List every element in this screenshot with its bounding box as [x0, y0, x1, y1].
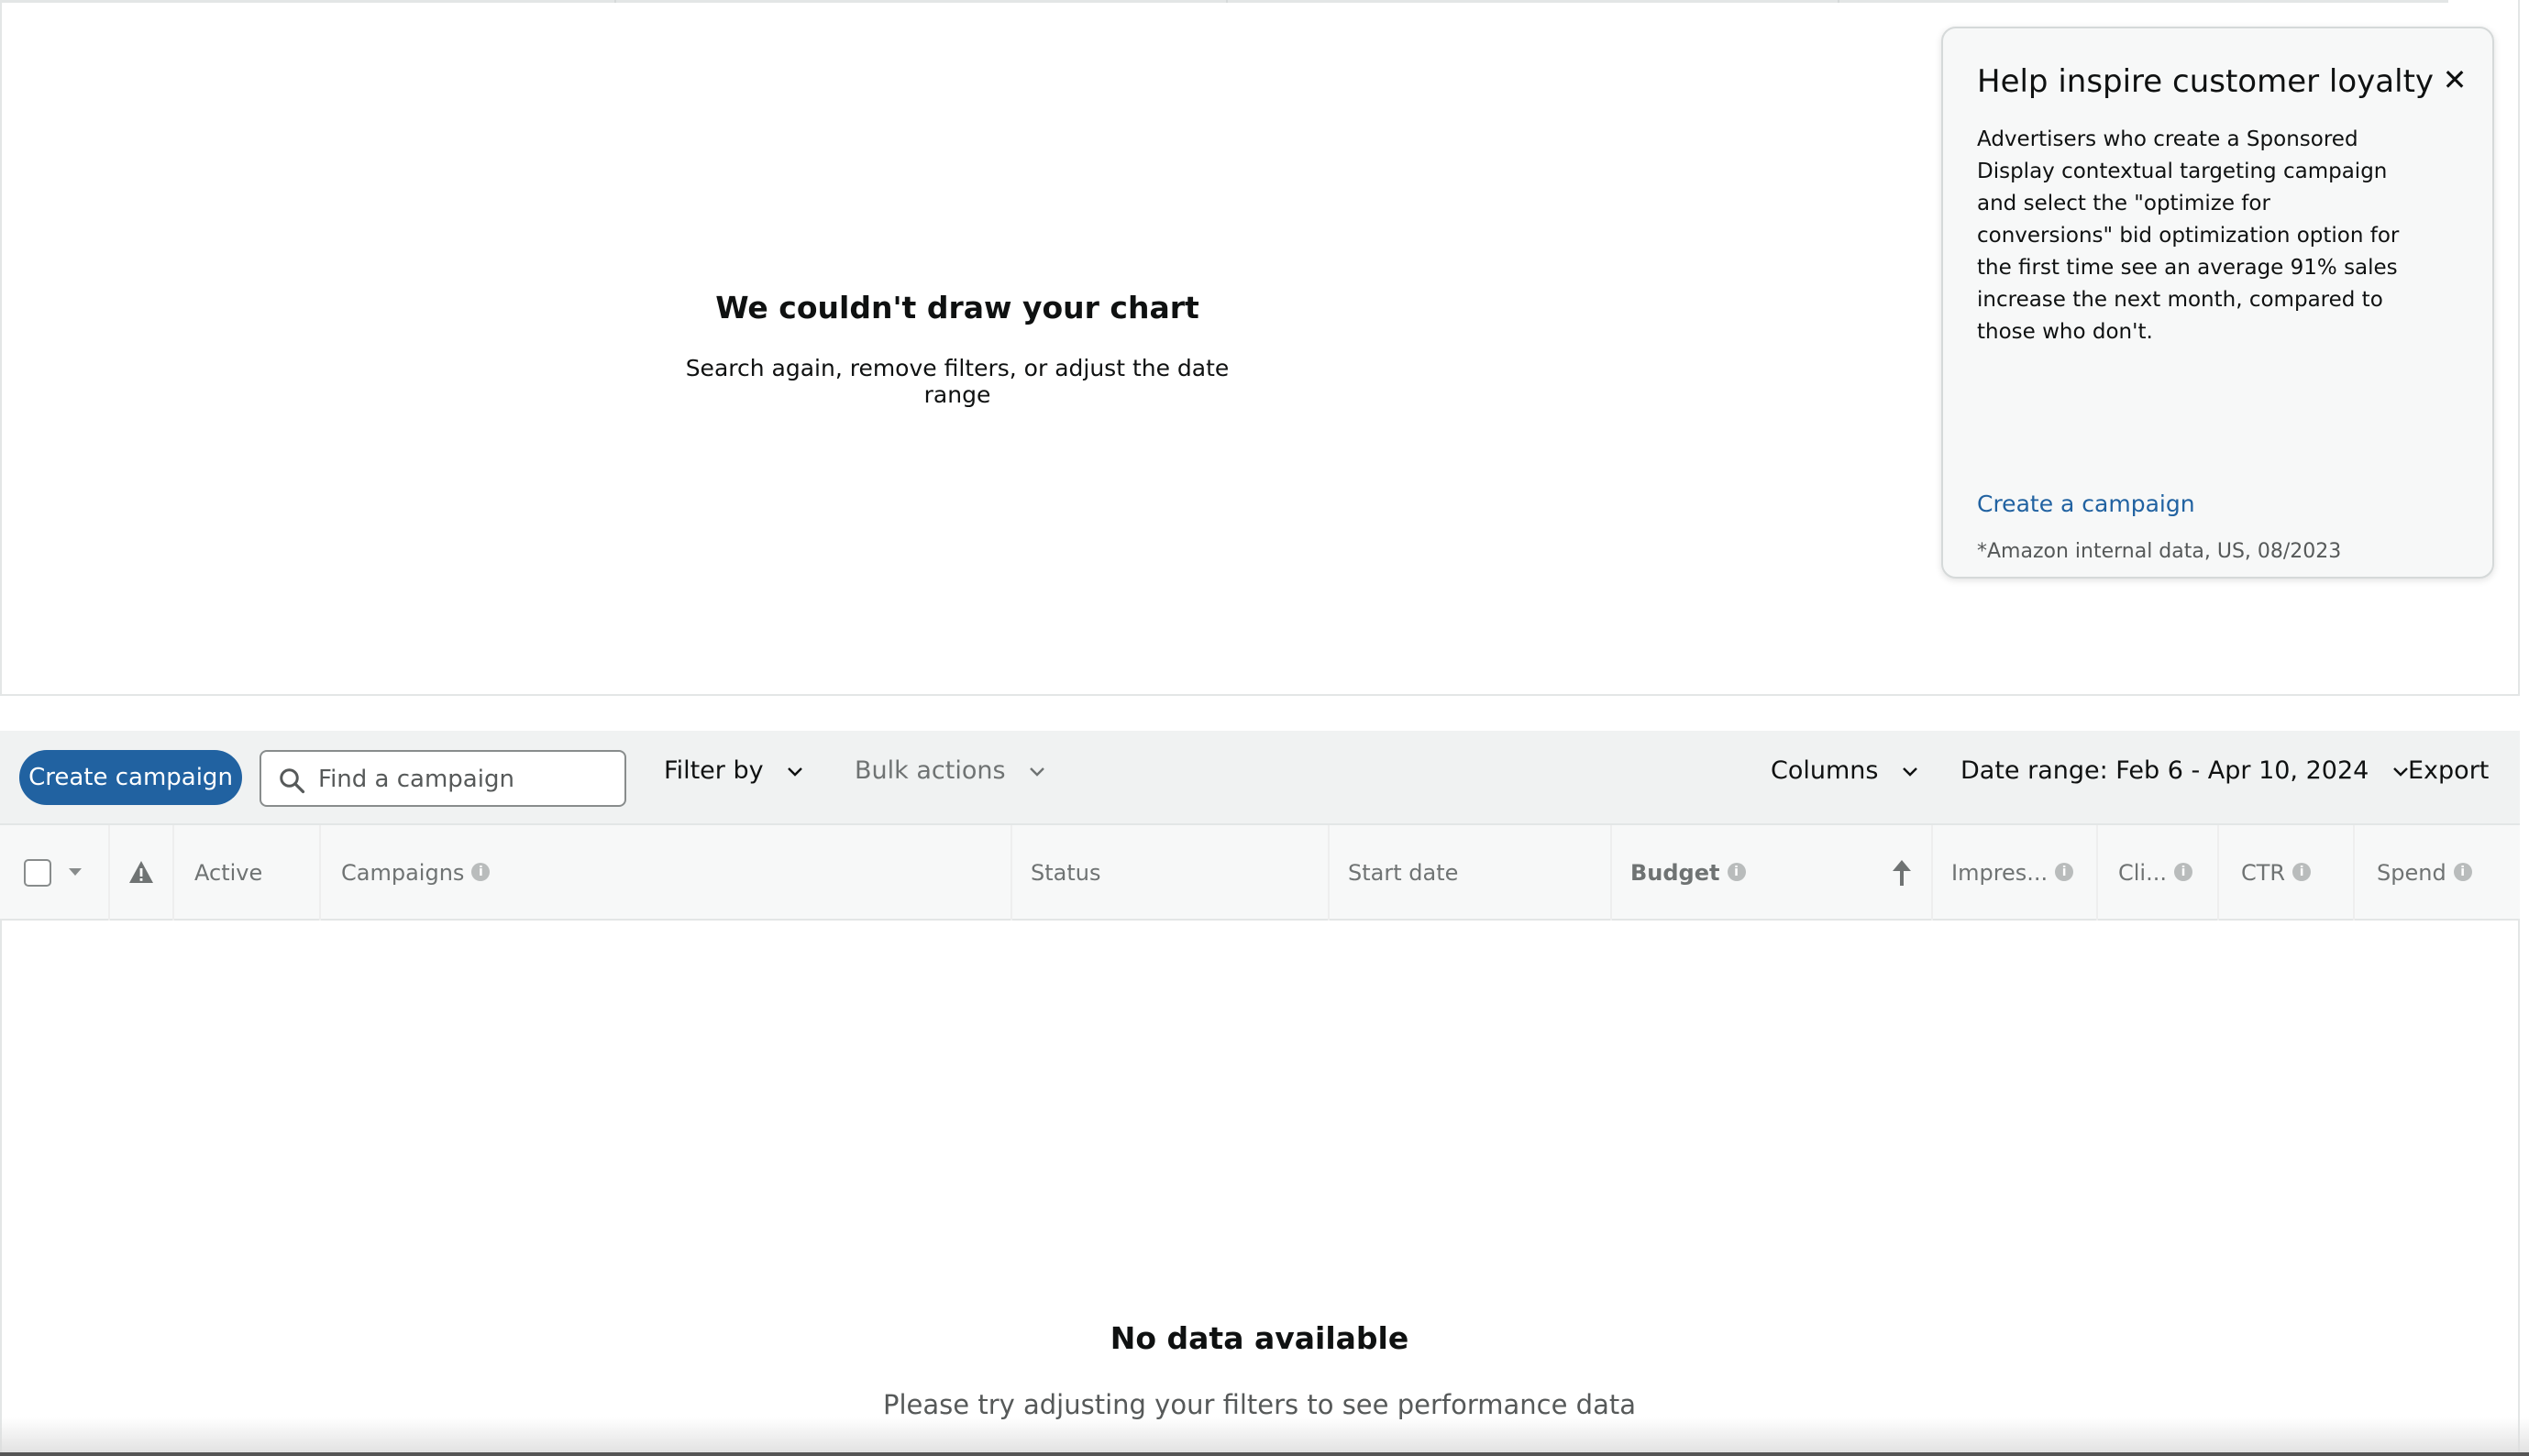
alerts-column [110, 825, 174, 921]
warning-icon [129, 861, 153, 883]
chevron-down-icon [2393, 767, 2408, 777]
column-label-spend: Spend [2377, 860, 2446, 886]
column-header-ctr[interactable]: CTR i [2219, 825, 2355, 921]
column-header-spend[interactable]: Spend i [2355, 825, 2520, 921]
column-header-campaigns[interactable]: Campaigns i [321, 825, 1012, 921]
column-header-impressions[interactable]: Impres... i [1933, 825, 2098, 921]
promo-footnote: *Amazon internal data, US, 08/2023 [1977, 540, 2342, 563]
columns-dropdown[interactable]: Columns [1771, 756, 1919, 785]
bottom-edge [0, 1452, 2529, 1456]
columns-label: Columns [1771, 756, 1879, 785]
info-icon[interactable]: i [2453, 863, 2472, 881]
info-icon[interactable]: i [2055, 863, 2074, 881]
column-header-budget[interactable]: Budget i [1612, 825, 1933, 921]
column-label-campaigns: Campaigns [341, 860, 465, 886]
column-label-ctr: CTR [2241, 860, 2286, 886]
filter-by-dropdown[interactable]: Filter by [664, 756, 804, 785]
bottom-shade [0, 1417, 2529, 1456]
bulk-actions-dropdown[interactable]: Bulk actions [855, 756, 1046, 785]
chevron-down-icon [1030, 767, 1044, 777]
table-toolbar: Create campaign Filter by Bulk actions C… [0, 731, 2520, 825]
chart-top-rule [2, 0, 2448, 3]
chart-tick [1838, 0, 1839, 3]
column-label-active: Active [194, 860, 263, 886]
column-header-status[interactable]: Status [1012, 825, 1330, 921]
date-range-dropdown[interactable]: Date range: Feb 6 - Apr 10, 2024 [1960, 756, 2410, 785]
promo-body: Advertisers who create a Sponsored Displ… [1977, 127, 2400, 344]
table-empty-state: No data available Please try adjusting y… [825, 1320, 1694, 1420]
promo-card: Help inspire customer loyalty ✕ Advertis… [1941, 27, 2494, 579]
info-icon[interactable]: i [471, 863, 491, 881]
filter-by-label: Filter by [664, 756, 764, 785]
search-input[interactable] [318, 761, 612, 798]
column-label-budget: Budget [1630, 860, 1720, 886]
column-header-active[interactable]: Active [174, 825, 321, 921]
column-label-clicks: Cli... [2118, 860, 2167, 886]
table-empty-subtitle: Please try adjusting your filters to see… [883, 1389, 1636, 1420]
column-label-status: Status [1031, 860, 1101, 886]
select-column [0, 825, 110, 921]
close-icon[interactable]: ✕ [2436, 61, 2473, 98]
info-icon[interactable]: i [1727, 863, 1746, 881]
export-button[interactable]: Export [2408, 756, 2489, 785]
promo-heading: Help inspire customer loyalty [1977, 63, 2435, 100]
chevron-down-icon [1903, 767, 1917, 777]
bulk-actions-label: Bulk actions [855, 756, 1006, 785]
chevron-down-icon [788, 767, 803, 777]
chart-empty-subtitle: Search again, remove filters, or adjust … [685, 355, 1230, 408]
chart-tick [1226, 0, 1228, 3]
column-header-start-date[interactable]: Start date [1330, 825, 1612, 921]
create-campaign-link[interactable]: Create a campaign [1977, 491, 2195, 517]
table-header: Active Campaigns i Status Start date Budg… [0, 825, 2520, 921]
search-box[interactable] [260, 750, 626, 807]
create-campaign-button[interactable]: Create campaign [19, 750, 242, 805]
column-label-impressions: Impres... [1951, 860, 2049, 886]
date-range-label: Date range: Feb 6 - Apr 10, 2024 [1960, 756, 2369, 785]
info-icon[interactable]: i [2173, 863, 2192, 881]
chart-empty-state: We couldn't draw your chart Search again… [662, 290, 1253, 408]
sort-ascending-icon[interactable] [1891, 858, 1913, 888]
caret-down-icon[interactable] [68, 867, 83, 877]
search-icon [280, 768, 305, 794]
info-icon[interactable]: i [2292, 863, 2312, 881]
chart-empty-title: We couldn't draw your chart [715, 290, 1199, 325]
table-empty-title: No data available [1110, 1320, 1409, 1356]
chart-tick [614, 0, 616, 3]
column-header-clicks[interactable]: Cli... i [2098, 825, 2219, 921]
column-label-start-date: Start date [1348, 860, 1459, 886]
select-all-checkbox[interactable] [24, 859, 51, 887]
